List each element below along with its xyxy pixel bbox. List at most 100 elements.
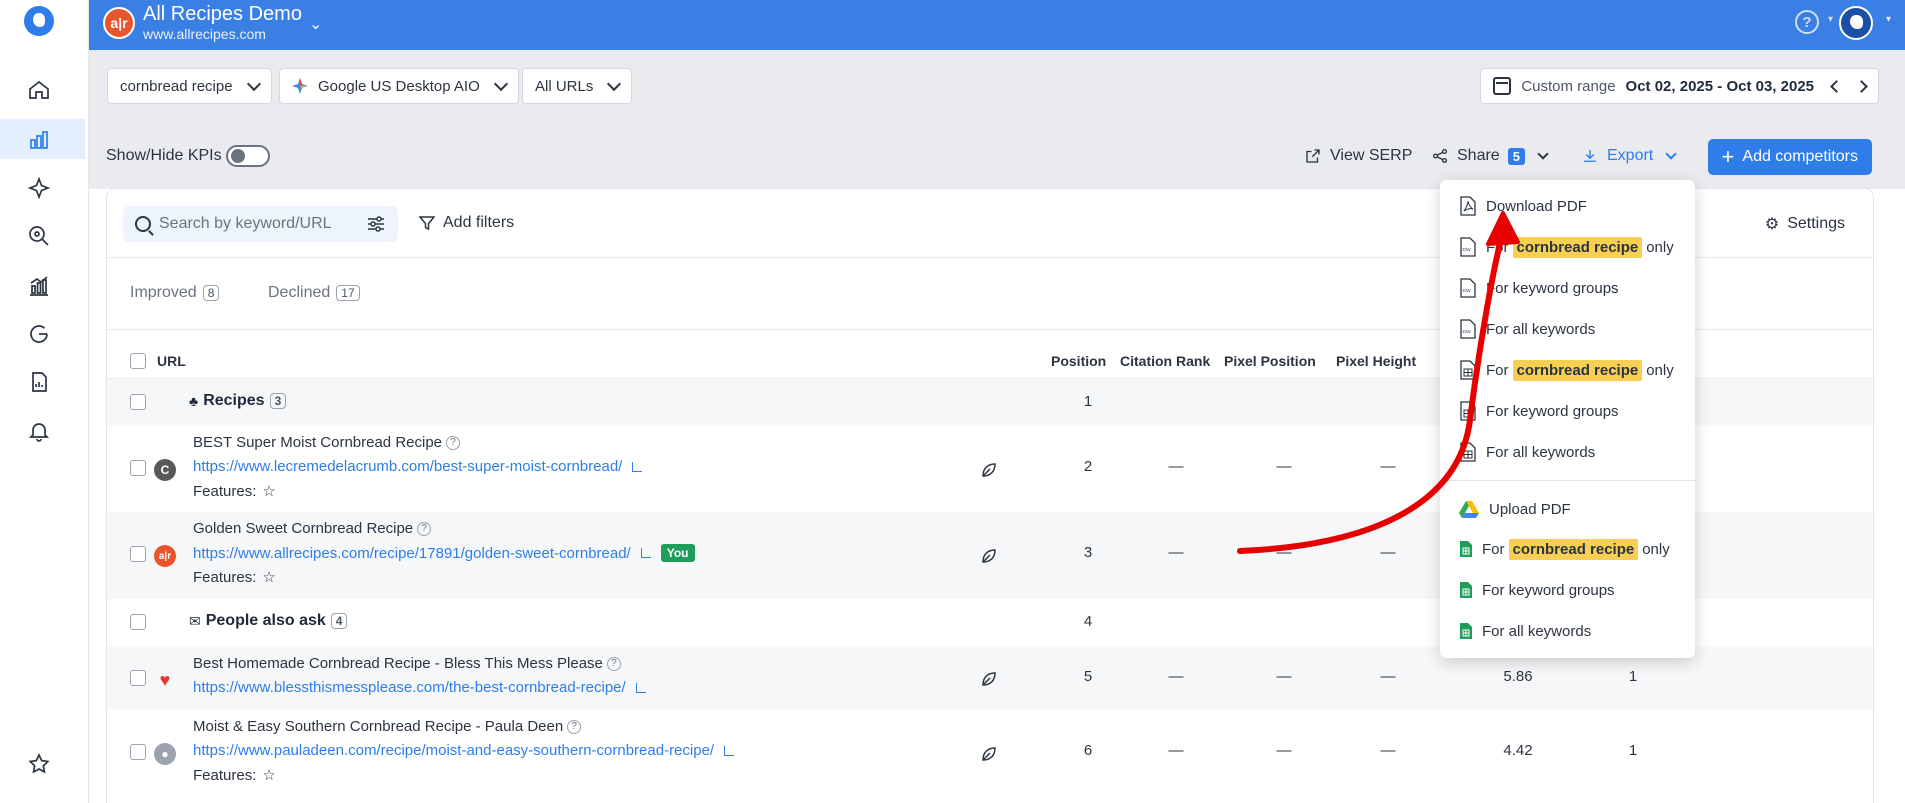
group-label[interactable]: ✉ People also ask 4 — [189, 612, 348, 630]
avatar[interactable] — [1839, 6, 1873, 40]
project-chevron-down-icon[interactable]: ⌄ — [309, 14, 322, 34]
site-favicon: a|r — [154, 545, 176, 567]
row-checkbox[interactable] — [130, 394, 146, 410]
row-checkbox[interactable] — [130, 546, 146, 562]
download-icon — [1584, 150, 1596, 162]
report-icon[interactable] — [26, 369, 52, 395]
row-checkbox[interactable] — [130, 670, 146, 686]
col-pixel-height[interactable]: Pixel Height — [1336, 353, 1416, 369]
menu-xls-keyword[interactable]: For cornbread recipe only — [1440, 353, 1695, 387]
tab-improved[interactable]: Improved 8 — [130, 284, 220, 302]
search-input[interactable] — [159, 215, 359, 233]
heart-favicon-icon: ♥ — [159, 669, 171, 690]
settings-button[interactable]: ⚙ Settings — [1765, 214, 1845, 234]
external-link-icon — [1306, 149, 1320, 163]
col-position[interactable]: Position — [1051, 353, 1106, 369]
sparkle-icon[interactable] — [26, 175, 52, 201]
leaf-icon[interactable] — [980, 670, 998, 688]
star-outline-icon: ☆ — [262, 569, 276, 586]
position-cell: 1 — [1083, 393, 1093, 410]
info-icon[interactable]: ? — [446, 435, 461, 450]
col-pixel-position[interactable]: Pixel Position — [1224, 353, 1316, 369]
leaf-icon[interactable] — [980, 745, 998, 763]
next-range-icon[interactable] — [1855, 79, 1868, 93]
info-icon[interactable]: ? — [606, 656, 621, 671]
url-text[interactable]: https://www.blessthismessplease.com/the-… — [193, 679, 626, 696]
menu-label: For keyword groups — [1482, 581, 1615, 599]
menu-csv-all-keywords[interactable]: csv For all keywords — [1440, 312, 1695, 346]
result-url[interactable]: https://www.pauladeen.com/recipe/moist-a… — [193, 742, 735, 759]
keyword-research-icon[interactable] — [26, 223, 52, 249]
result-url[interactable]: https://www.allrecipes.com/recipe/17891/… — [193, 544, 695, 562]
metric-cell: 4.42 — [1503, 742, 1533, 759]
left-rail — [0, 0, 89, 803]
date-range-picker[interactable]: Custom range Oct 02, 2025 - Oct 03, 2025 — [1480, 68, 1879, 104]
view-serp-button[interactable]: View SERP — [1304, 143, 1412, 169]
menu-download-pdf[interactable]: Download PDF — [1440, 189, 1695, 223]
app-logo-icon[interactable] — [24, 6, 54, 36]
col-citation-rank[interactable]: Citation Rank — [1120, 353, 1210, 369]
chevron-down-icon — [1665, 147, 1677, 160]
google-icon[interactable] — [26, 321, 52, 347]
menu-xls-keyword-groups[interactable]: For keyword groups — [1440, 394, 1695, 428]
export-button[interactable]: Export — [1581, 143, 1677, 169]
add-competitors-button[interactable]: + Add competitors — [1707, 139, 1872, 175]
external-link-icon[interactable] — [635, 682, 646, 693]
menu-csv-keyword[interactable]: csv For cornbread recipe only — [1440, 230, 1695, 264]
help-chevron-icon[interactable]: ▾ — [1828, 14, 1833, 25]
rankings-chart-icon[interactable] — [26, 127, 52, 153]
home-icon[interactable] — [26, 77, 52, 103]
kpi-toggle[interactable] — [226, 145, 270, 167]
top-bar: a|r All Recipes Demo www.allrecipes.com … — [89, 0, 1905, 50]
menu-sheets-all-keywords[interactable]: For all keywords — [1440, 614, 1695, 648]
urls-select[interactable]: All URLs — [522, 68, 633, 104]
menu-xls-all-keywords[interactable]: For all keywords — [1440, 435, 1695, 469]
select-all-checkbox[interactable] — [130, 353, 146, 369]
row-checkbox[interactable] — [130, 744, 146, 760]
row-checkbox[interactable] — [130, 460, 146, 476]
result-url[interactable]: https://www.blessthismessplease.com/the-… — [193, 679, 646, 696]
bell-icon[interactable] — [26, 418, 52, 444]
avatar-chevron-icon[interactable]: ▾ — [1886, 14, 1891, 25]
tab-declined[interactable]: Declined 17 — [268, 284, 360, 302]
menu-label: For all keywords — [1486, 320, 1596, 338]
engine-select[interactable]: Google US Desktop AIO — [279, 68, 519, 104]
keyword-select[interactable]: cornbread recipe — [107, 68, 272, 104]
help-icon[interactable]: ? — [1795, 10, 1819, 34]
menu-sheets-keyword[interactable]: For cornbread recipe only — [1440, 532, 1695, 566]
csv-file-icon: csv — [1460, 278, 1476, 298]
result-url[interactable]: https://www.lecremedelacrumb.com/best-su… — [193, 458, 643, 475]
search-box[interactable] — [123, 206, 398, 242]
url-text[interactable]: https://www.pauladeen.com/recipe/moist-a… — [193, 742, 714, 759]
star-icon[interactable] — [26, 751, 52, 777]
info-icon[interactable]: ? — [567, 719, 582, 734]
group-label[interactable]: ♣ Recipes 3 — [189, 392, 287, 410]
leaf-icon[interactable] — [980, 547, 998, 565]
external-link-icon[interactable] — [724, 745, 735, 756]
share-button[interactable]: Share 5 — [1431, 143, 1549, 169]
menu-upload-pdf[interactable]: Upload PDF — [1440, 492, 1695, 526]
info-icon[interactable]: ? — [417, 521, 432, 536]
pixel-height-cell: — — [1380, 544, 1396, 561]
external-link-icon[interactable] — [632, 461, 643, 472]
pixel-position-cell: — — [1276, 544, 1292, 561]
menu-sheets-keyword-groups[interactable]: For keyword groups — [1440, 573, 1695, 607]
position-cell: 3 — [1083, 544, 1093, 561]
url-text[interactable]: https://www.allrecipes.com/recipe/17891/… — [193, 545, 631, 562]
menu-csv-keyword-groups[interactable]: csv For keyword groups — [1440, 271, 1695, 305]
result-title: Best Homemade Cornbread Recipe - Bless T… — [193, 655, 621, 672]
project-title[interactable]: All Recipes Demo — [143, 3, 302, 26]
prev-range-icon[interactable] — [1830, 79, 1843, 93]
row-checkbox[interactable] — [130, 614, 146, 630]
col-url[interactable]: URL — [157, 353, 186, 369]
analytics-icon[interactable] — [26, 273, 52, 299]
menu-label: only — [1646, 238, 1674, 256]
external-link-icon[interactable] — [640, 548, 651, 558]
keyword-highlight: cornbread recipe — [1508, 538, 1639, 560]
add-filters-button[interactable]: Add filters — [419, 214, 514, 232]
filter-sliders-icon[interactable] — [367, 216, 385, 232]
leaf-icon[interactable] — [980, 461, 998, 479]
pixel-position-cell: — — [1276, 742, 1292, 759]
add-filters-label: Add filters — [443, 214, 515, 231]
url-text[interactable]: https://www.lecremedelacrumb.com/best-su… — [193, 458, 622, 475]
